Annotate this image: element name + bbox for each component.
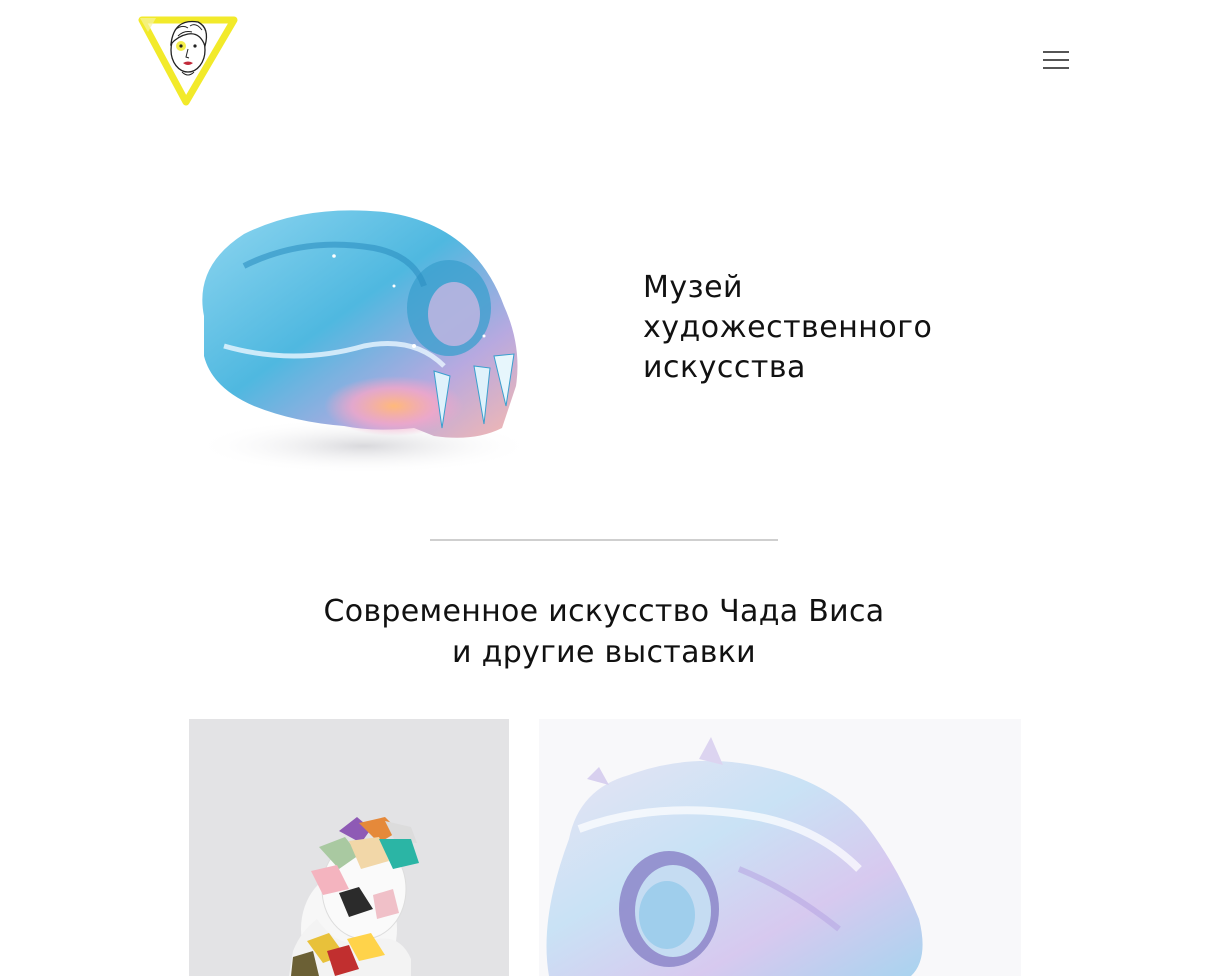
gallery-card-1[interactable] [189,719,509,976]
section-title-line1: Современное искусство Чада Виса [323,594,885,629]
hero-title: Музей художественного искусства [643,268,983,388]
section-title-line2: и другие выставки [452,635,756,670]
hamburger-menu-icon [1043,51,1069,53]
menu-button[interactable] [1040,46,1072,74]
section-title: Современное искусство Чада Виса и другие… [254,591,954,673]
pastel-skull-sculpture-image [539,719,1021,976]
hero-title-line2: художественного [643,310,933,345]
museum-logo[interactable] [138,14,238,106]
resin-skull-sculpture-image [194,210,534,474]
hero-skull-image [184,196,534,486]
hero-title-line3: искусства [643,350,806,385]
hero-title-line1: Музей [643,270,744,305]
section-divider [430,539,778,541]
gallery-card-2[interactable] [539,719,1021,976]
museum-logo-icon [138,16,238,106]
crystal-bust-sculpture-image [189,719,509,976]
